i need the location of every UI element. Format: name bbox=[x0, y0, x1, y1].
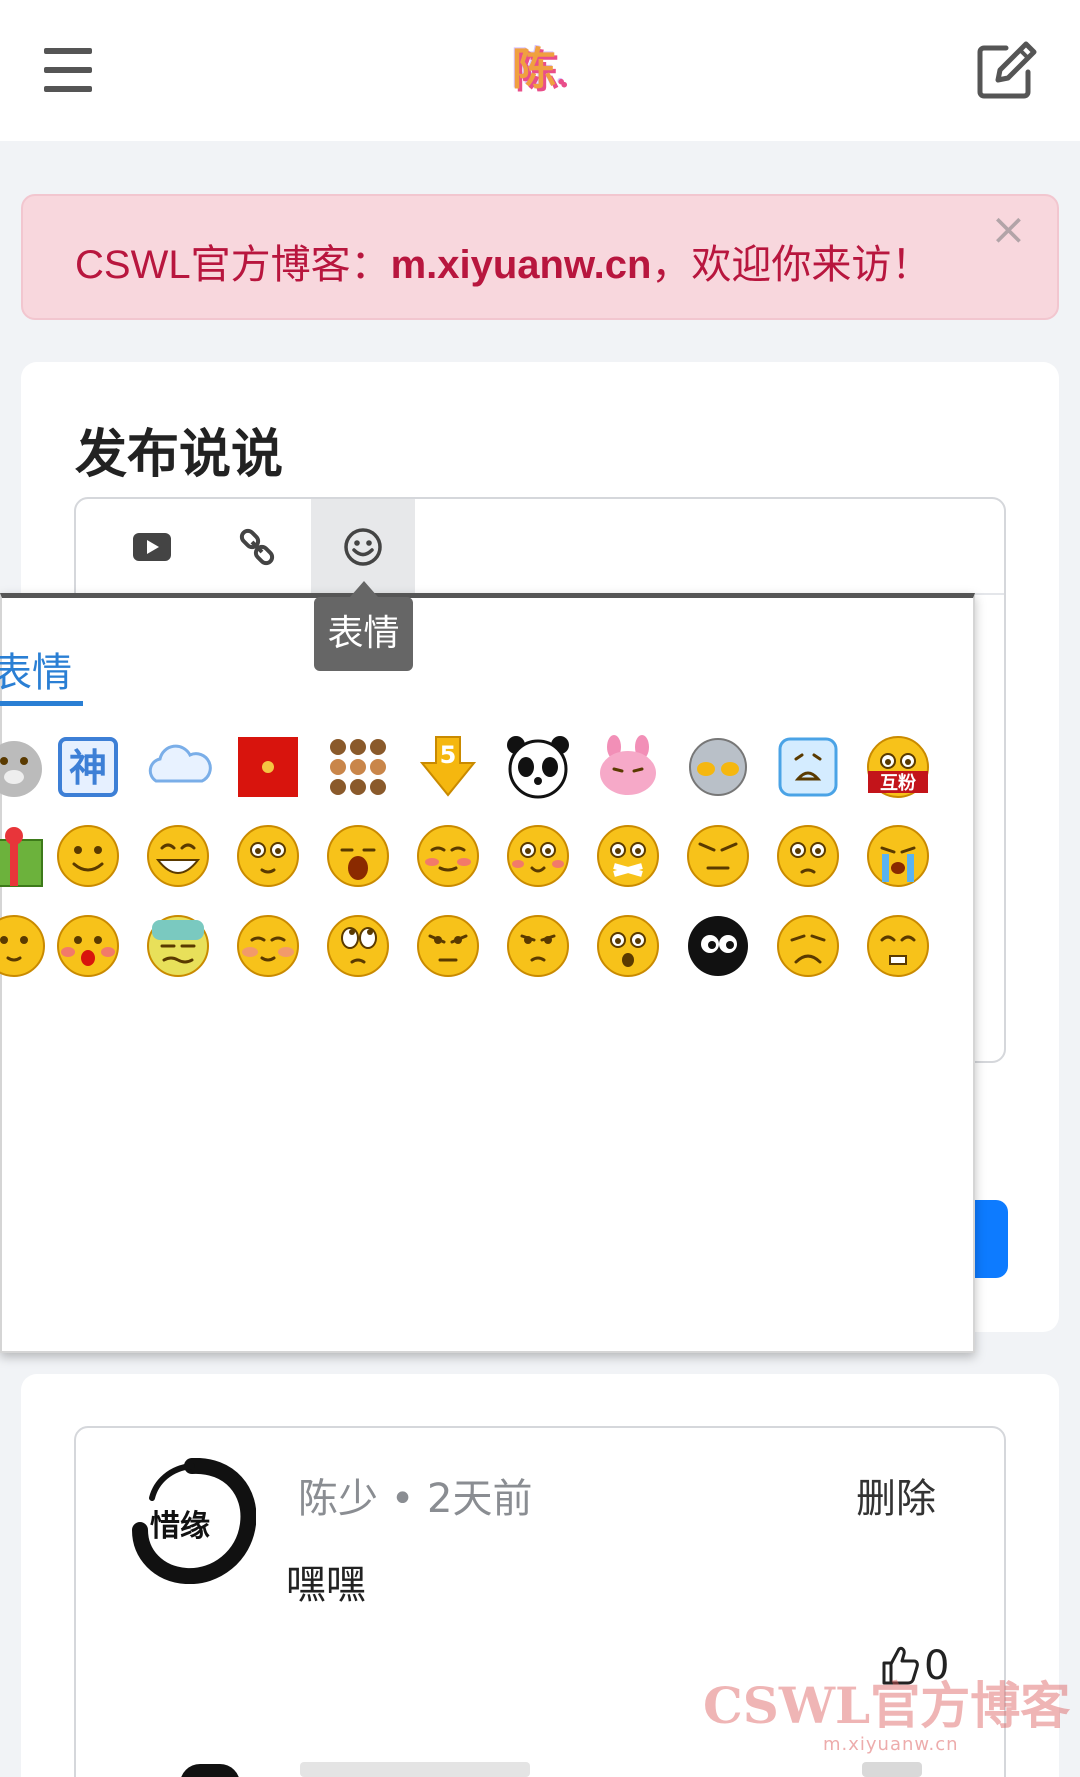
edit-icon[interactable] bbox=[976, 40, 1038, 100]
alert-url[interactable]: m.xiyuanw.cn bbox=[391, 243, 652, 287]
emoji-tooltip: 表情 bbox=[314, 597, 413, 671]
emoji-half-face[interactable] bbox=[0, 912, 48, 980]
watermark-url: m.xiyuanw.cn bbox=[823, 1734, 959, 1755]
emoji-rosy[interactable] bbox=[234, 912, 302, 980]
emoji-blue-face[interactable] bbox=[774, 733, 842, 801]
emoji-hu-fen[interactable]: 互粉 bbox=[864, 733, 932, 801]
hamburger-icon[interactable] bbox=[44, 48, 92, 92]
link-button[interactable] bbox=[205, 499, 309, 595]
emoji-grumpy[interactable] bbox=[684, 822, 752, 890]
alert-message: CSWL官方博客：m.xiyuanw.cn，欢迎你来访！ bbox=[75, 243, 932, 287]
svg-text:惜缘: 惜缘 bbox=[150, 1509, 210, 1544]
watermark-title: CSWL官方博客 bbox=[703, 1676, 1071, 1735]
emoji-icon bbox=[344, 528, 382, 566]
emoji-teary[interactable] bbox=[774, 822, 842, 890]
emoji-sweat[interactable] bbox=[144, 912, 212, 980]
emoji-panda[interactable] bbox=[504, 733, 572, 801]
next-delete-button[interactable] bbox=[862, 1762, 922, 1777]
tooltip-arrow bbox=[350, 581, 378, 597]
emoji-smile[interactable] bbox=[54, 822, 122, 890]
emoji-disdain[interactable] bbox=[504, 912, 572, 980]
site-logo[interactable]: 陈. bbox=[512, 42, 568, 98]
emoji-cheeky[interactable] bbox=[864, 912, 932, 980]
post-meta: 陈少 • 2天前 bbox=[298, 1476, 533, 1522]
emoji-tab[interactable]: 表情 bbox=[0, 640, 72, 698]
next-post-meta bbox=[300, 1762, 530, 1777]
svg-text:5: 5 bbox=[440, 741, 457, 769]
emoji-cover-mouth[interactable] bbox=[594, 822, 662, 890]
emoji-yawn[interactable] bbox=[324, 822, 392, 890]
video-button[interactable] bbox=[100, 499, 204, 595]
emoji-shy[interactable] bbox=[414, 822, 482, 890]
link-icon bbox=[239, 528, 275, 566]
emoji-upset[interactable] bbox=[774, 912, 842, 980]
author-name[interactable]: 陈少 bbox=[298, 1476, 378, 1522]
svg-text:神: 神 bbox=[69, 746, 107, 790]
emoji-roll-eyes[interactable] bbox=[324, 912, 392, 980]
emoji-pink-rabbit[interactable] bbox=[594, 733, 662, 801]
emoji-ultraman[interactable] bbox=[684, 733, 752, 801]
emoji-surprised[interactable] bbox=[594, 912, 662, 980]
video-icon bbox=[133, 533, 171, 561]
emoji-cloud[interactable] bbox=[144, 733, 212, 801]
emoji-cute[interactable] bbox=[504, 822, 572, 890]
welcome-alert: CSWL官方博客：m.xiyuanw.cn，欢迎你来访！ bbox=[21, 194, 1059, 320]
avatar[interactable]: 惜缘 bbox=[130, 1457, 257, 1585]
post-time: 2天前 bbox=[427, 1476, 533, 1522]
emoji-shen-sign[interactable]: 神 bbox=[54, 733, 122, 801]
emoji-gift[interactable] bbox=[0, 822, 48, 890]
emoji-tab-underline bbox=[0, 701, 83, 706]
emoji-gold-arrow-5[interactable]: 5 bbox=[414, 733, 482, 801]
emoji-big-eyes[interactable] bbox=[234, 822, 302, 890]
delete-button[interactable]: 删除 bbox=[856, 1466, 936, 1524]
composer-title: 发布说说 bbox=[75, 425, 284, 485]
emoji-cry[interactable] bbox=[864, 822, 932, 890]
emoji-angry[interactable] bbox=[414, 912, 482, 980]
emoji-blush-kiss[interactable] bbox=[54, 912, 122, 980]
emoji-red-envelope[interactable] bbox=[234, 733, 302, 801]
svg-text:互粉: 互粉 bbox=[880, 772, 916, 794]
emoji-black-ball[interactable] bbox=[684, 912, 752, 980]
alert-close-button[interactable]: × bbox=[990, 208, 1027, 252]
emoji-grin[interactable] bbox=[144, 822, 212, 890]
emoji-crowd[interactable] bbox=[324, 733, 392, 801]
post-content: 嘿嘿 bbox=[286, 1562, 366, 1608]
emoji-bear[interactable] bbox=[0, 733, 48, 801]
